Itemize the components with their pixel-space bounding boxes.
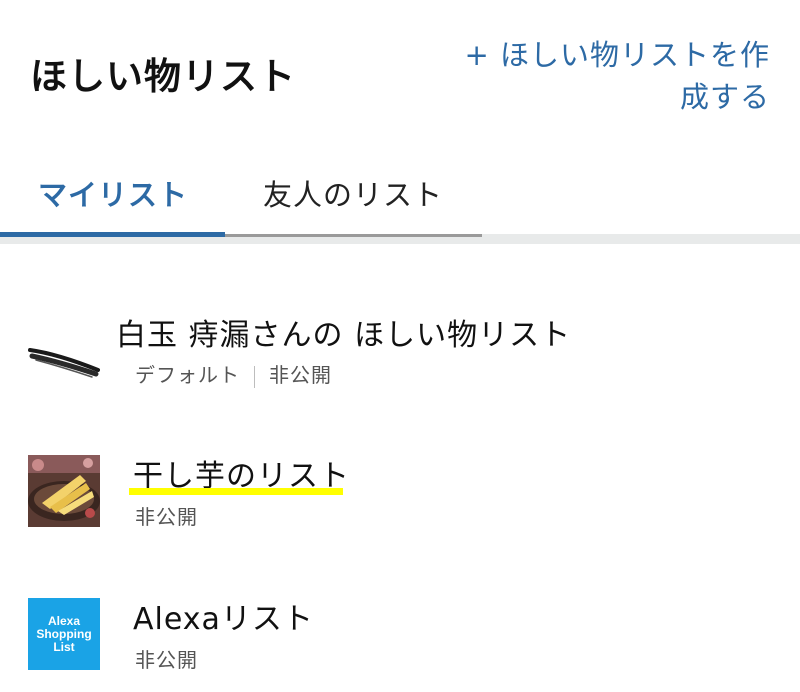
meta-separator [254, 365, 255, 388]
alexa-badge-line: List [53, 639, 75, 654]
list-meta: 非公開 [135, 644, 198, 673]
alexa-badge-line: Shopping [36, 626, 92, 641]
list-tabs: マイリスト 友人のリスト [0, 150, 800, 244]
tab-friends-list[interactable]: 友人のリスト [263, 172, 443, 214]
header: ほしい物リスト + ほしい物リストを作 成する [0, 0, 800, 150]
tab-my-list[interactable]: マイリスト [38, 172, 188, 214]
create-wishlist-link-line1: + ほしい物リストを作 [464, 38, 770, 72]
wiper-blade-thumbnail [28, 320, 100, 392]
alexa-badge: Alexa Shopping List [28, 598, 100, 670]
list-title: Alexaリスト [133, 602, 314, 637]
highlight-underline [129, 488, 343, 495]
list-title: 白玉 痔漏さんの ほしい物リスト [116, 318, 572, 353]
active-tab-indicator [0, 232, 225, 237]
alexa-badge-line: Alexa [47, 613, 81, 628]
create-wishlist-link-line2: 成する [679, 80, 770, 114]
list-item[interactable]: 白玉 痔漏さんの ほしい物リスト デフォルト 非公開 [0, 306, 800, 406]
list-item[interactable]: 干し芋のリスト 非公開 [0, 449, 800, 549]
dried-sweet-potato-thumbnail [28, 455, 100, 527]
create-wishlist-link[interactable]: + ほしい物リストを作 成する [440, 34, 770, 118]
privacy-label: 非公開 [269, 363, 332, 387]
page-title: ほしい物リスト [30, 55, 296, 98]
default-label: デフォルト [135, 363, 240, 387]
list-meta: デフォルト 非公開 [135, 359, 332, 388]
privacy-label: 非公開 [135, 648, 198, 672]
alexa-shopping-list-icon: Alexa Shopping List [28, 598, 100, 670]
privacy-label: 非公開 [135, 505, 198, 529]
tab-divider [225, 234, 482, 237]
list-meta: 非公開 [135, 501, 198, 530]
list-item[interactable]: Alexa Shopping List Alexaリスト 非公開 [0, 592, 800, 692]
